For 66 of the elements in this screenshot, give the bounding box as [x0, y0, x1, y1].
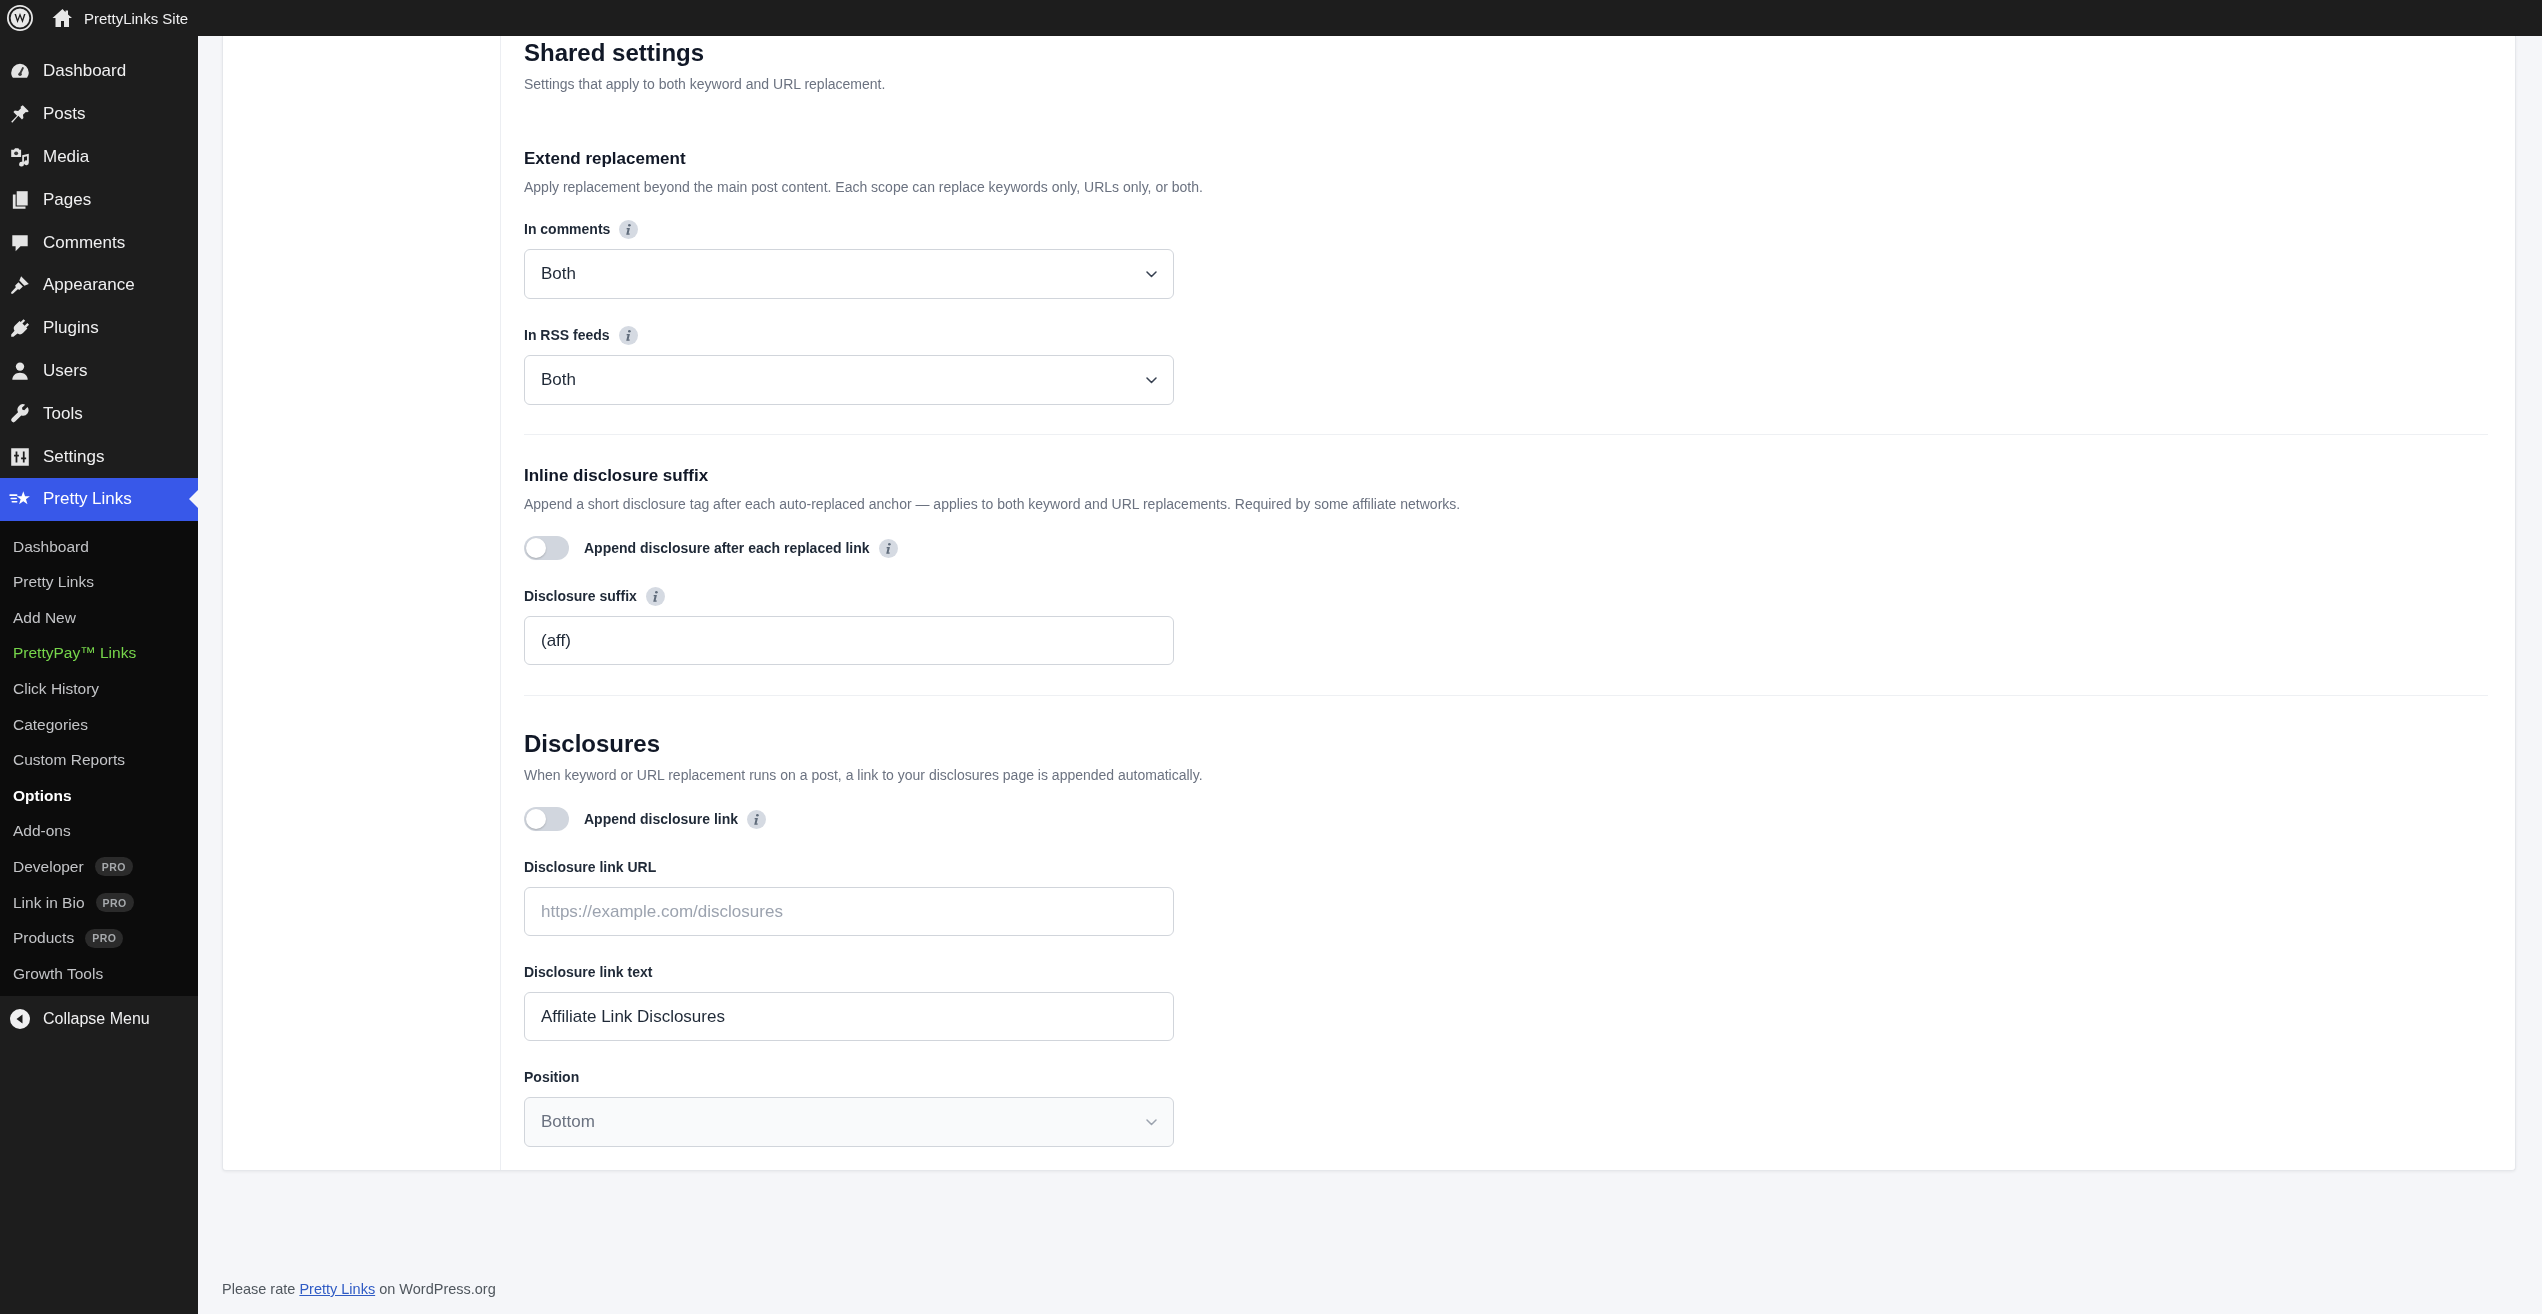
menu-item[interactable]: Pages — [0, 178, 198, 222]
submenu-item[interactable]: PrettyPay™ Links — [0, 635, 198, 672]
toggle-label: Append disclosure link — [584, 810, 739, 829]
submenu-item[interactable]: Products PRO — [0, 920, 198, 956]
submenu-item[interactable]: Categories — [0, 706, 198, 743]
wrench-icon — [9, 402, 31, 425]
field-label: Disclosure link text — [524, 963, 653, 982]
menu-item[interactable]: Comments — [0, 221, 198, 264]
dropdown[interactable]: Both — [524, 249, 1174, 299]
menu-item[interactable]: Media — [0, 135, 198, 179]
input-field[interactable]: Affiliate Link Disclosures — [524, 992, 1174, 1041]
section-heading: Disclosures — [524, 730, 662, 758]
submenu-item[interactable]: Developer PRO — [0, 849, 198, 885]
menu-item[interactable]: Appearance — [0, 264, 198, 307]
submenu-item[interactable]: Add New — [0, 599, 198, 636]
sliders-icon — [9, 445, 31, 468]
collapse-menu-button[interactable]: Collapse Menu — [0, 999, 198, 1040]
menu-item[interactable]: Posts — [0, 92, 198, 136]
toggle-switch[interactable] — [524, 807, 569, 831]
field-label: In RSS feeds — [524, 326, 610, 345]
field-label: Disclosure link URL — [524, 858, 657, 877]
site-name-link[interactable]: PrettyLinks Site — [84, 9, 189, 27]
field-label: In comments — [524, 220, 611, 239]
submenu-item[interactable]: Growth Tools — [0, 955, 198, 992]
pro-badge: PRO — [94, 857, 133, 877]
submenu-item[interactable]: Add-ons — [0, 813, 198, 850]
menu-item[interactable]: Dashboard — [0, 50, 198, 93]
camera-note-icon — [9, 146, 31, 168]
paintbrush-icon — [9, 274, 31, 297]
group-title: Inline disclosure suffix — [524, 465, 710, 487]
chevron-down-icon — [1146, 376, 1157, 384]
plug-icon — [9, 317, 31, 340]
field-label: Position — [524, 1068, 580, 1087]
submenu-item[interactable]: Click History — [0, 671, 198, 707]
submenu-item[interactable]: Dashboard — [0, 528, 198, 565]
chevron-down-icon — [1146, 1118, 1157, 1126]
pro-badge: PRO — [85, 928, 124, 948]
home-icon[interactable] — [52, 8, 73, 28]
pushpin-icon — [9, 103, 31, 126]
menu-item[interactable]: Users — [0, 349, 198, 393]
pro-badge: PRO — [95, 893, 134, 912]
menu-item[interactable]: Settings — [0, 435, 198, 478]
submenu-item[interactable]: Options — [0, 777, 198, 814]
menu-item[interactable]: Pretty Links — [0, 477, 198, 521]
plugin-link[interactable]: Pretty Links — [299, 1281, 376, 1297]
logo-icon[interactable] — [7, 5, 33, 31]
section-heading: Shared settings — [524, 39, 706, 67]
input-field[interactable]: https://example.com/disclosures — [524, 887, 1174, 936]
group-description: Apply replacement beyond the main post content. Each scope can replace keywords only, URLs only, or both. — [524, 178, 1204, 197]
submenu-item[interactable]: Custom Reports — [0, 742, 198, 778]
toggle-switch[interactable] — [524, 536, 569, 560]
footer-text: Please rate Pretty Links on WordPress.org — [222, 1280, 497, 1299]
toggle-label: Append disclosure after each replaced link — [584, 539, 870, 558]
group-description: Append a short disclosure tag after each auto-replaced anchor — applies to both keyword and URL replacements. Required by some affiliate networks. — [524, 495, 1462, 514]
submenu-item[interactable]: Link in Bio PRO — [0, 884, 198, 921]
person-icon — [9, 359, 31, 382]
input-field[interactable]: (aff) — [524, 616, 1174, 665]
group-title: Extend replacement — [524, 148, 687, 170]
chevron-down-icon — [1146, 270, 1157, 278]
dropdown[interactable]: Both — [524, 355, 1174, 405]
section-description: When keyword or URL replacement runs on a post, a link to your disclosures page is appended automatically. — [524, 766, 1204, 785]
menu-item[interactable]: Tools — [0, 392, 198, 436]
submenu-item[interactable]: Pretty Links — [0, 564, 198, 600]
menu-item[interactable]: Plugins — [0, 306, 198, 350]
field-label: Disclosure suffix — [524, 587, 637, 606]
section-description: Settings that apply to both keyword and URL replacement. — [524, 75, 887, 94]
